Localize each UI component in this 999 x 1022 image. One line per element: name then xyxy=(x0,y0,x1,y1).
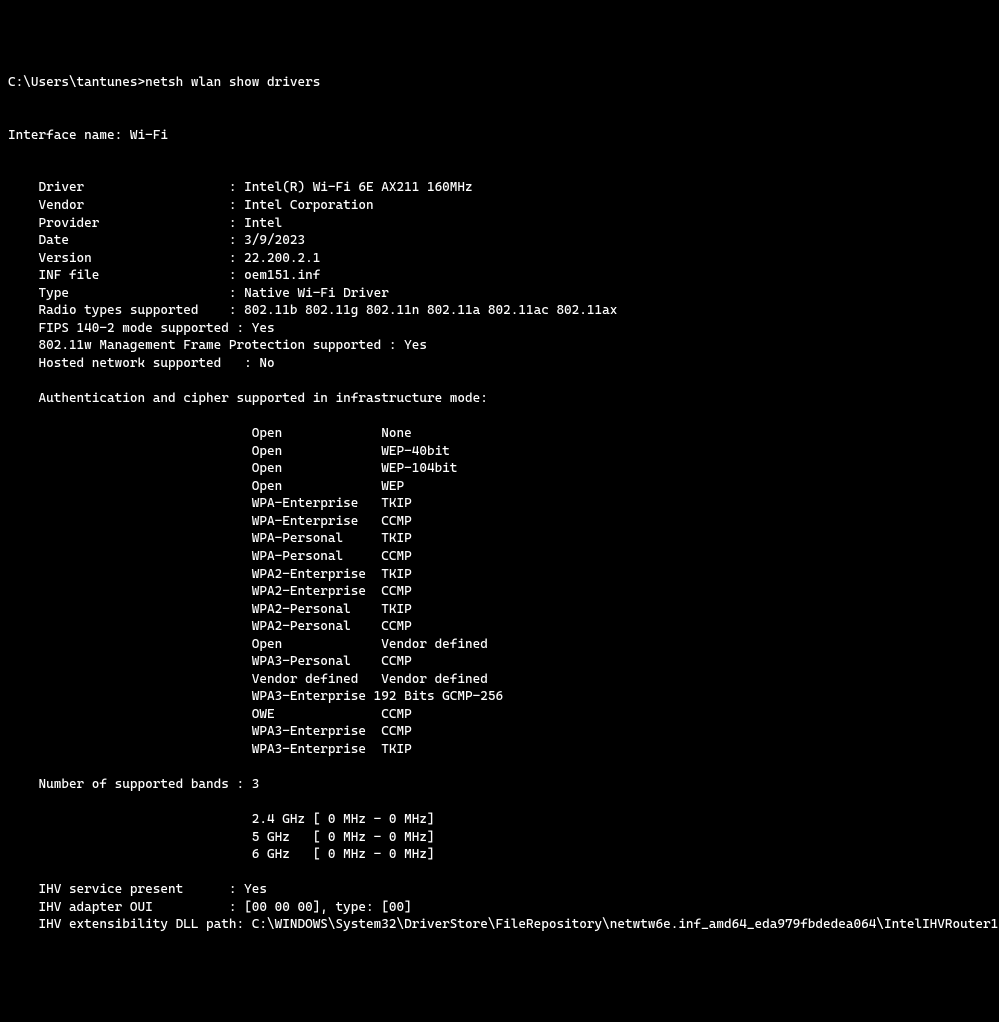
band-row: 6 GHz [ 0 MHz - 0 MHz] xyxy=(8,846,991,864)
driver-info-row: Vendor : Intel Corporation xyxy=(8,197,991,215)
auth-cipher-row: WPA-Personal CCMP xyxy=(8,548,991,566)
auth-cipher-row: WPA2-Personal CCMP xyxy=(8,618,991,636)
auth-cipher-row: Open WEP-40bit xyxy=(8,443,991,461)
driver-info-row: Version : 22.200.2.1 xyxy=(8,250,991,268)
bands-block: 2.4 GHz [ 0 MHz - 0 MHz] 5 GHz [ 0 MHz -… xyxy=(8,811,991,864)
footer-row: IHV extensibility DLL path: C:\WINDOWS\S… xyxy=(8,916,991,934)
driver-info-row: Type : Native Wi-Fi Driver xyxy=(8,285,991,303)
driver-info-row: FIPS 140-2 mode supported : Yes xyxy=(8,320,991,338)
auth-cipher-row: WPA-Personal TKIP xyxy=(8,530,991,548)
footer-row: IHV adapter OUI : [00 00 00], type: [00] xyxy=(8,899,991,917)
bands-header-line: Number of supported bands : 3 xyxy=(8,776,991,794)
driver-info-row: Driver : Intel(R) Wi-Fi 6E AX211 160MHz xyxy=(8,179,991,197)
auth-header-line: Authentication and cipher supported in i… xyxy=(8,390,991,408)
auth-cipher-row: WPA3-Enterprise CCMP xyxy=(8,723,991,741)
auth-cipher-row: WPA3-Enterprise 192 Bits GCMP-256 xyxy=(8,688,991,706)
auth-cipher-row: Open WEP-104bit xyxy=(8,460,991,478)
footer-row: IHV service present : Yes xyxy=(8,881,991,899)
driver-info-row: Date : 3/9/2023 xyxy=(8,232,991,250)
auth-cipher-row: WPA-Enterprise TKIP xyxy=(8,495,991,513)
auth-cipher-row: OWE CCMP xyxy=(8,706,991,724)
auth-cipher-row: WPA3-Personal CCMP xyxy=(8,653,991,671)
band-row: 5 GHz [ 0 MHz - 0 MHz] xyxy=(8,829,991,847)
band-row: 2.4 GHz [ 0 MHz - 0 MHz] xyxy=(8,811,991,829)
auth-cipher-row: WPA3-Enterprise TKIP xyxy=(8,741,991,759)
driver-info-row: Radio types supported : 802.11b 802.11g … xyxy=(8,302,991,320)
auth-cipher-row: WPA2-Personal TKIP xyxy=(8,601,991,619)
driver-info-row: Provider : Intel xyxy=(8,215,991,233)
auth-cipher-row: Open None xyxy=(8,425,991,443)
auth-cipher-row: Open WEP xyxy=(8,478,991,496)
auth-cipher-row: WPA2-Enterprise TKIP xyxy=(8,566,991,584)
auth-cipher-row: WPA-Enterprise CCMP xyxy=(8,513,991,531)
auth-cipher-row: WPA2-Enterprise CCMP xyxy=(8,583,991,601)
driver-info-row: INF file : oem151.inf xyxy=(8,267,991,285)
driver-info-block: Driver : Intel(R) Wi-Fi 6E AX211 160MHz … xyxy=(8,179,991,372)
interface-name-line: Interface name: Wi-Fi xyxy=(8,127,991,145)
auth-cipher-row: Open Vendor defined xyxy=(8,636,991,654)
auth-cipher-row: Vendor defined Vendor defined xyxy=(8,671,991,689)
driver-info-row: 802.11w Management Frame Protection supp… xyxy=(8,337,991,355)
auth-cipher-block: Open None Open WEP-40bit Open WEP-104bit… xyxy=(8,425,991,758)
command-prompt-line: C:\Users\tantunes>netsh wlan show driver… xyxy=(8,74,991,92)
driver-info-row: Hosted network supported : No xyxy=(8,355,991,373)
footer-block: IHV service present : Yes IHV adapter OU… xyxy=(8,881,991,934)
